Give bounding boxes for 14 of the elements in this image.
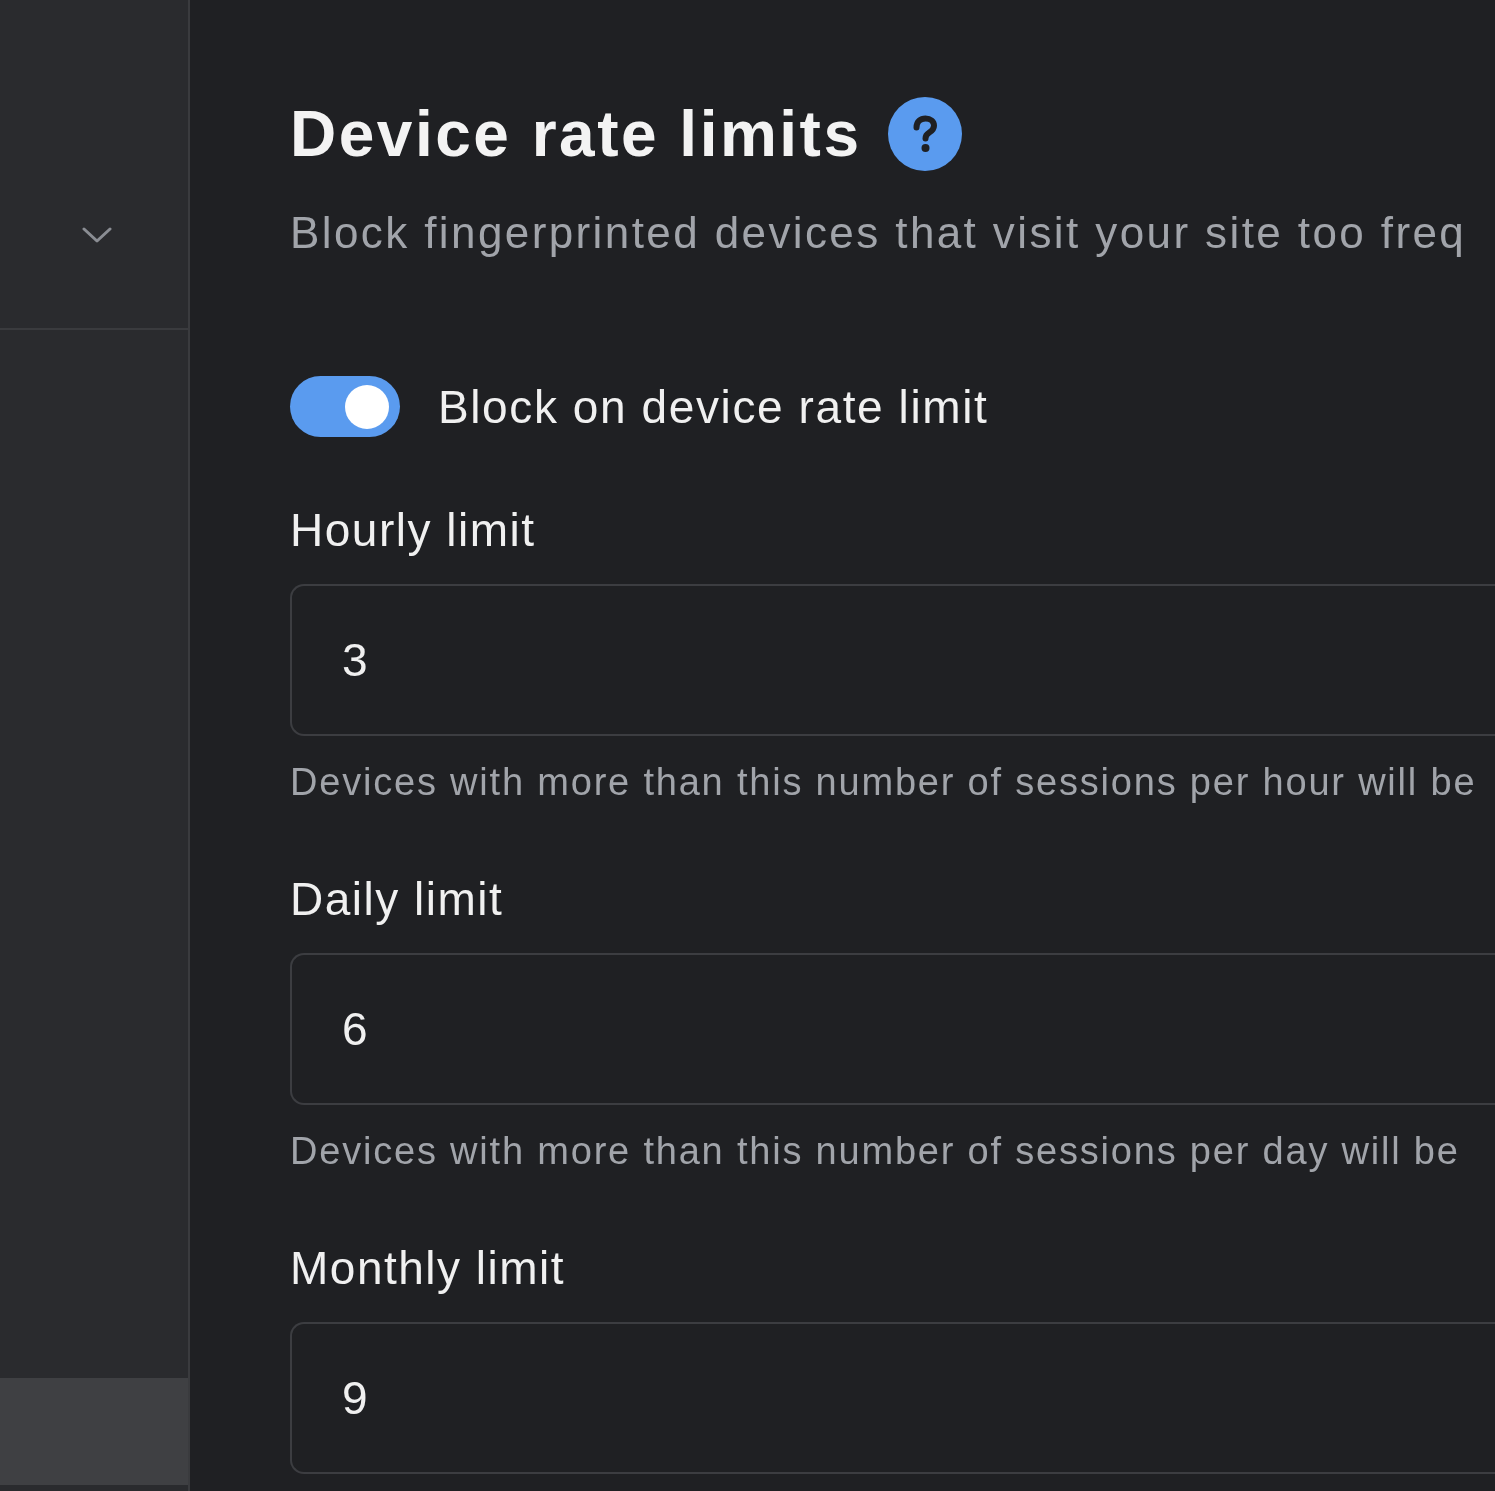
help-text: Devices with more than this number of sessions per hour will be	[290, 760, 1477, 805]
chevron-down-icon[interactable]	[82, 227, 112, 244]
help-icon[interactable]	[887, 97, 962, 171]
help-text: Devices with more than this number of sessions per day will be	[290, 1129, 1460, 1174]
field-label: Hourly limit	[290, 503, 536, 558]
page-title: Device rate limits	[290, 97, 862, 171]
number-field[interactable]: 6	[290, 953, 1495, 1105]
page-subtitle: Block fingerprinted devices that visit your site too freq	[290, 207, 1467, 259]
field-label: Monthly limit	[290, 1241, 566, 1296]
toggle-label: Block on device rate limit	[438, 379, 989, 435]
number-field[interactable]: 9	[290, 1322, 1495, 1474]
toggle-switch[interactable]	[290, 376, 400, 437]
number-field[interactable]: 3	[290, 584, 1495, 736]
field-label: Daily limit	[290, 872, 504, 927]
